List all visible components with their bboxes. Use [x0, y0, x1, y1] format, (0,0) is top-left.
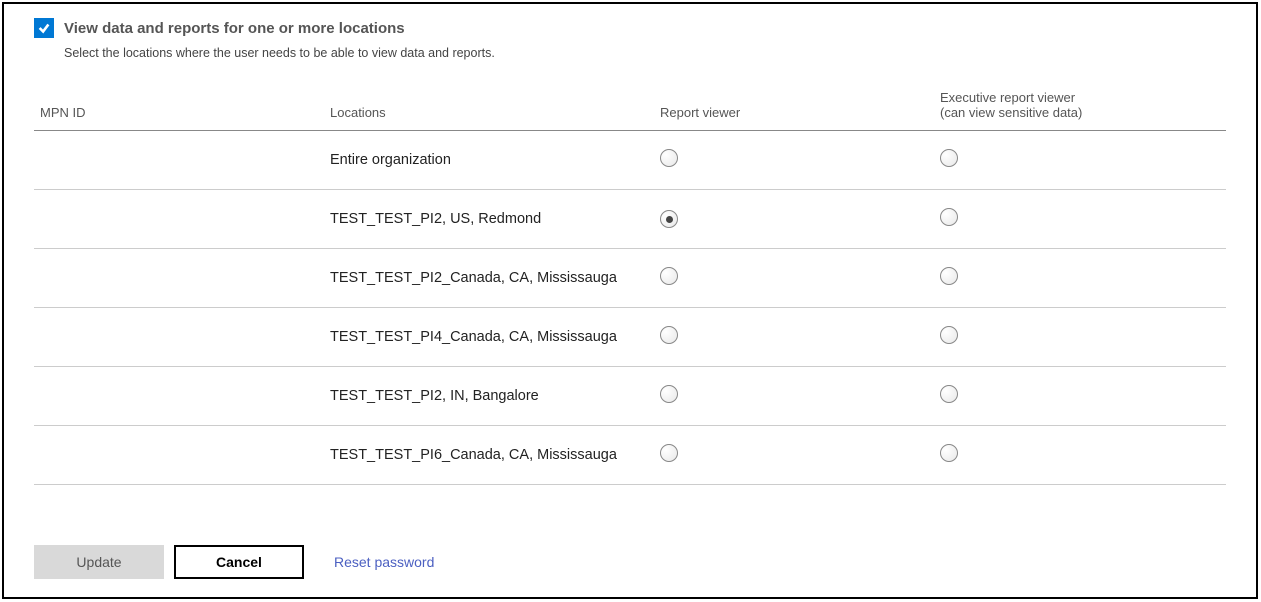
exec-viewer-radio[interactable] — [940, 149, 958, 167]
report-viewer-radio[interactable] — [660, 149, 678, 167]
cell-mpn — [34, 190, 324, 249]
cell-location: TEST_TEST_PI2_Canada, CA, Mississauga — [324, 249, 654, 308]
table-row: TEST_TEST_PI2, US, Redmond — [34, 190, 1226, 249]
reset-password-link[interactable]: Reset password — [334, 554, 434, 570]
cell-mpn — [34, 367, 324, 426]
report-viewer-radio[interactable] — [660, 210, 678, 228]
section-subtitle: Select the locations where the user need… — [64, 46, 1226, 60]
report-viewer-radio[interactable] — [660, 444, 678, 462]
cell-exec-viewer — [934, 131, 1226, 190]
section-title: View data and reports for one or more lo… — [64, 20, 405, 37]
footer-actions: Update Cancel Reset password — [34, 545, 434, 579]
report-viewer-radio[interactable] — [660, 326, 678, 344]
exec-viewer-radio[interactable] — [940, 444, 958, 462]
update-button[interactable]: Update — [34, 545, 164, 579]
cell-location: Entire organization — [324, 131, 654, 190]
col-mpn: MPN ID — [34, 80, 324, 131]
col-exec-viewer-line1: Executive report viewer — [940, 90, 1075, 105]
cell-exec-viewer — [934, 367, 1226, 426]
cancel-button[interactable]: Cancel — [174, 545, 304, 579]
cell-exec-viewer — [934, 308, 1226, 367]
cell-report-viewer — [654, 426, 934, 485]
locations-permissions-panel: View data and reports for one or more lo… — [2, 2, 1258, 599]
cell-mpn — [34, 426, 324, 485]
report-viewer-radio[interactable] — [660, 385, 678, 403]
table-row: TEST_TEST_PI2, IN, Bangalore — [34, 367, 1226, 426]
cell-exec-viewer — [934, 190, 1226, 249]
exec-viewer-radio[interactable] — [940, 326, 958, 344]
col-report-viewer: Report viewer — [654, 80, 934, 131]
cell-report-viewer — [654, 367, 934, 426]
table-row: TEST_TEST_PI2_Canada, CA, Mississauga — [34, 249, 1226, 308]
table-row: TEST_TEST_PI4_Canada, CA, Mississauga — [34, 308, 1226, 367]
cell-location: TEST_TEST_PI6_Canada, CA, Mississauga — [324, 426, 654, 485]
cell-location: TEST_TEST_PI2, IN, Bangalore — [324, 367, 654, 426]
cell-mpn — [34, 131, 324, 190]
cell-report-viewer — [654, 249, 934, 308]
exec-viewer-radio[interactable] — [940, 208, 958, 226]
cell-mpn — [34, 249, 324, 308]
table-row: TEST_TEST_PI6_Canada, CA, Mississauga — [34, 426, 1226, 485]
exec-viewer-radio[interactable] — [940, 385, 958, 403]
cell-location: TEST_TEST_PI2, US, Redmond — [324, 190, 654, 249]
cell-mpn — [34, 308, 324, 367]
check-icon — [37, 21, 51, 35]
col-exec-viewer: Executive report viewer (can view sensit… — [934, 80, 1226, 131]
locations-table: MPN ID Locations Report viewer Executive… — [34, 80, 1226, 485]
cell-report-viewer — [654, 190, 934, 249]
cell-exec-viewer — [934, 426, 1226, 485]
table-row: Entire organization — [34, 131, 1226, 190]
cell-exec-viewer — [934, 249, 1226, 308]
report-viewer-radio[interactable] — [660, 267, 678, 285]
cell-report-viewer — [654, 131, 934, 190]
cell-report-viewer — [654, 308, 934, 367]
section-header: View data and reports for one or more lo… — [34, 18, 1226, 38]
col-exec-viewer-line2: (can view sensitive data) — [940, 105, 1082, 120]
col-locations: Locations — [324, 80, 654, 131]
exec-viewer-radio[interactable] — [940, 267, 958, 285]
view-data-checkbox[interactable] — [34, 18, 54, 38]
cell-location: TEST_TEST_PI4_Canada, CA, Mississauga — [324, 308, 654, 367]
